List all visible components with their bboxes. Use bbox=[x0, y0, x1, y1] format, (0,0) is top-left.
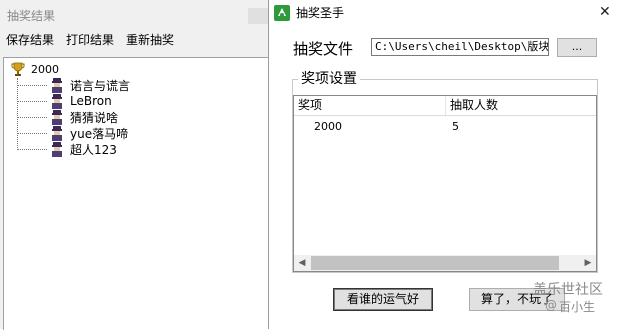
tree-root-node[interactable]: 2000 bbox=[10, 61, 59, 77]
trophy-icon bbox=[11, 62, 25, 76]
prize-list-header: 奖项 抽取人数 bbox=[294, 96, 596, 116]
user-avatar-icon bbox=[52, 94, 62, 109]
watermark-user: 百小生 bbox=[559, 300, 596, 314]
menu-save-results[interactable]: 保存结果 bbox=[6, 31, 54, 49]
file-label: 抽奖文件 bbox=[293, 40, 354, 58]
user-avatar-icon bbox=[52, 78, 62, 93]
results-tree[interactable]: 2000 诺言与谎言 LeBron 猜猜说啥 yue落马啼 超人123 bbox=[3, 57, 268, 330]
menu-redraw[interactable]: 重新抽奖 bbox=[126, 31, 174, 49]
tree-root-label: 2000 bbox=[31, 62, 59, 76]
results-window-titlebar-button[interactable] bbox=[248, 8, 268, 24]
tree-item[interactable]: LeBron bbox=[17, 93, 112, 109]
user-avatar-icon bbox=[52, 126, 62, 141]
horizontal-scrollbar[interactable]: ◀ ▶ bbox=[294, 255, 596, 271]
column-header-count[interactable]: 抽取人数 bbox=[446, 96, 596, 115]
tree-item-label: 猜猜说啥 bbox=[70, 110, 119, 125]
draw-button[interactable]: 看谁的运气好 bbox=[333, 288, 433, 311]
user-avatar-icon bbox=[52, 110, 62, 125]
browse-button[interactable]: ... bbox=[557, 38, 597, 57]
column-header-prize[interactable]: 奖项 bbox=[294, 96, 446, 115]
scroll-thumb[interactable] bbox=[311, 256, 559, 270]
scroll-left-icon[interactable]: ◀ bbox=[294, 255, 310, 271]
prize-cell: 2000 bbox=[314, 120, 342, 133]
user-avatar-icon bbox=[52, 142, 62, 157]
tree-item-label: yue落马啼 bbox=[70, 126, 129, 141]
tree-item[interactable]: 超人123 bbox=[17, 141, 117, 157]
tree-item[interactable]: yue落马啼 bbox=[17, 125, 128, 141]
tree-item-label: 诺言与谎言 bbox=[70, 78, 131, 93]
dialog-title: 抽奖圣手 bbox=[296, 6, 345, 20]
watermark-at: @ bbox=[545, 298, 557, 312]
app-logo-icon bbox=[274, 5, 290, 21]
table-row[interactable]: 2000 5 bbox=[294, 120, 596, 136]
file-path-field[interactable]: C:\Users\cheil\Desktop\版块活 bbox=[371, 38, 549, 56]
results-window-title: 抽奖结果 bbox=[7, 9, 56, 23]
watermark-logo: 盖乐世社区 bbox=[533, 282, 603, 298]
scroll-right-icon[interactable]: ▶ bbox=[580, 255, 596, 271]
results-window: 抽奖结果 保存结果 打印结果 重新抽奖 2000 诺言与谎言 LeBron 猜猜… bbox=[0, 0, 268, 330]
count-cell: 5 bbox=[452, 120, 459, 133]
close-icon[interactable]: ✕ bbox=[599, 4, 611, 20]
menu-print-results[interactable]: 打印结果 bbox=[66, 31, 114, 49]
prize-list[interactable]: 奖项 抽取人数 2000 5 ◀ ▶ bbox=[293, 95, 597, 272]
prize-settings-title: 奖项设置 bbox=[298, 70, 360, 88]
tree-item[interactable]: 猜猜说啥 bbox=[17, 109, 118, 125]
tree-item[interactable]: 诺言与谎言 bbox=[17, 77, 130, 93]
tree-item-label: 超人123 bbox=[70, 142, 117, 157]
results-menu-bar: 保存结果 打印结果 重新抽奖 bbox=[0, 31, 180, 49]
tree-item-label: LeBron bbox=[70, 94, 112, 108]
